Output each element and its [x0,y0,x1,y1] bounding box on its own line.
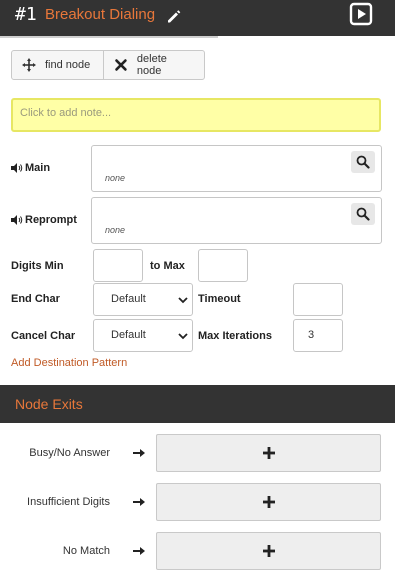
exit-label-busy: Busy/No Answer [29,447,110,459]
exit-target-busy[interactable] [156,434,381,472]
reprompt-label-text: Reprompt [25,214,77,226]
search-icon [356,207,370,221]
note-field[interactable]: Click to add note... [11,98,381,132]
main-prompt-value: none [105,173,126,183]
node-header: #1 Breakout Dialing [0,0,395,36]
crosshair-icon [22,58,36,72]
delete-node-button[interactable]: delete node [103,51,204,79]
main-prompt-field[interactable]: none [91,145,382,192]
cancel-char-value: Default [111,329,146,341]
main-label-text: Main [25,162,51,174]
reprompt-search-button[interactable] [351,203,375,225]
cancel-char-label: Cancel Char [11,330,76,342]
digits-min-label: Digits Min [11,260,64,272]
node-exits-title: Node Exits [15,396,83,412]
chevron-down-icon [178,333,188,340]
play-icon[interactable] [349,2,373,26]
arrow-right-icon [133,449,145,457]
speaker-icon [11,163,23,173]
arrow-right-icon [133,547,145,555]
exit-label-no-match: No Match [62,545,110,557]
plus-icon [263,496,275,508]
speaker-icon [11,215,23,225]
reprompt-label: Reprompt [11,214,77,226]
digits-max-input[interactable] [198,249,248,282]
exit-target-insufficient[interactable] [156,483,381,521]
end-char-label: End Char [11,293,60,305]
max-iterations-input[interactable]: 3 [293,319,343,352]
find-node-button[interactable]: find node [12,51,103,79]
timeout-input[interactable] [293,283,343,316]
node-title[interactable]: Breakout Dialing [45,6,155,23]
add-destination-pattern-link[interactable]: Add Destination Pattern [11,357,127,369]
plus-icon [263,447,275,459]
node-number: #1 [15,4,37,25]
close-icon [115,59,127,71]
exit-label-insufficient: Insufficient Digits [27,496,110,508]
max-iterations-label: Max Iterations [198,330,272,342]
main-search-button[interactable] [351,151,375,173]
chevron-down-icon [178,297,188,304]
arrow-right-icon [133,498,145,506]
digits-min-input[interactable] [93,249,143,282]
main-prompt-label: Main [11,162,50,174]
end-char-value: Default [111,293,146,305]
plus-icon [263,545,275,557]
delete-node-label: delete node [136,53,167,77]
exit-target-no-match[interactable] [156,532,381,570]
timeout-label: Timeout [198,293,241,305]
search-icon [356,155,370,169]
header-divider [0,36,218,38]
find-node-label: find node [45,59,91,71]
reprompt-value: none [105,225,126,235]
node-exits-header: Node Exits [0,385,395,423]
node-toolbar: find node delete node [11,50,205,80]
reprompt-field[interactable]: none [91,197,382,244]
cancel-char-select[interactable]: Default [93,319,193,352]
end-char-select[interactable]: Default [93,283,193,316]
digits-max-label: to Max [150,260,185,272]
pencil-icon[interactable] [166,8,182,24]
